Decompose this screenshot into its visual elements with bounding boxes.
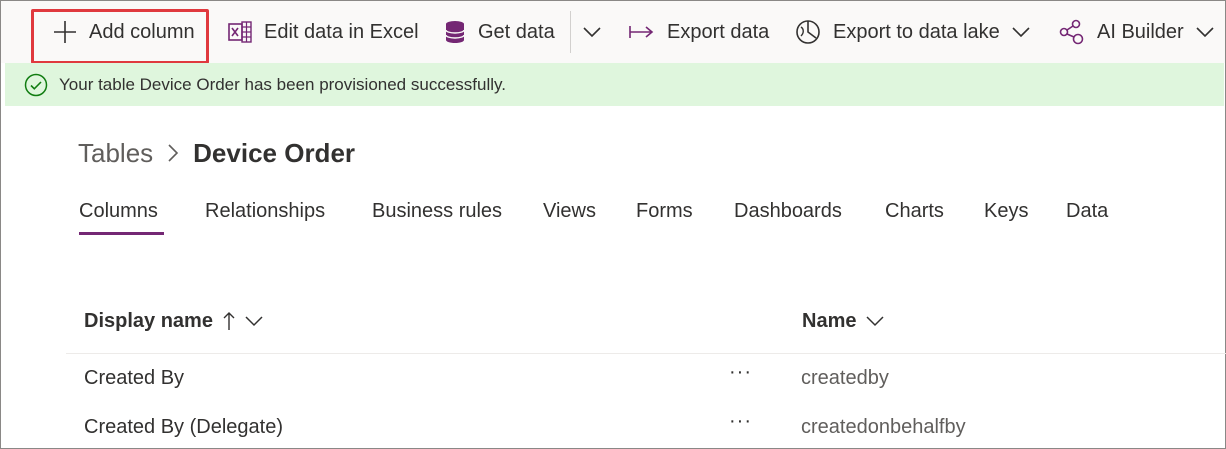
- breadcrumb-tables-link[interactable]: Tables: [78, 138, 153, 169]
- table-row[interactable]: Created By (Delegate) ··· createdonbehal…: [84, 410, 1184, 448]
- tab-charts[interactable]: Charts: [885, 200, 944, 223]
- export-to-data-lake-label: Export to data lake: [833, 20, 1000, 43]
- row-logical-name: createdby: [801, 367, 889, 389]
- more-options-button[interactable]: ···: [729, 361, 752, 384]
- tab-keys[interactable]: Keys: [984, 200, 1028, 223]
- tab-business-rules[interactable]: Business rules: [372, 200, 502, 223]
- excel-icon: [228, 21, 252, 43]
- breadcrumb: Tables Device Order: [78, 136, 355, 170]
- chevron-down-icon: [583, 26, 601, 38]
- sort-ascending-icon: [223, 311, 235, 331]
- table-row[interactable]: Created By ··· createdby: [84, 361, 1184, 399]
- tab-data[interactable]: Data: [1066, 200, 1108, 223]
- chevron-right-icon: [167, 143, 179, 163]
- database-icon: [444, 20, 466, 44]
- active-tab-indicator: [79, 232, 164, 235]
- command-bar: Add column Edit data in Excel Get data E…: [1, 1, 1225, 64]
- chevron-down-icon: [1012, 26, 1030, 38]
- success-check-icon: [24, 73, 48, 97]
- highlight-box: [31, 9, 209, 64]
- ai-builder-icon: [1059, 19, 1085, 45]
- row-display-name: Created By (Delegate): [84, 416, 283, 438]
- success-message-text: Your table Device Order has been provisi…: [59, 74, 506, 94]
- tab-views[interactable]: Views: [543, 200, 596, 223]
- edit-in-excel-label: Edit data in Excel: [264, 20, 419, 43]
- get-data-label: Get data: [478, 20, 555, 43]
- name-column-header[interactable]: Name: [802, 306, 885, 336]
- ai-builder-button[interactable]: AI Builder: [1059, 1, 1214, 63]
- data-lake-icon: [795, 19, 821, 45]
- command-separator: [570, 11, 571, 53]
- tab-forms[interactable]: Forms: [636, 200, 693, 223]
- ai-builder-label: AI Builder: [1097, 20, 1184, 43]
- row-display-name: Created By: [84, 367, 185, 389]
- display-name-header-label: Display name: [84, 309, 213, 332]
- get-data-button[interactable]: Get data: [444, 1, 555, 63]
- more-dropdown-button[interactable]: [583, 1, 601, 63]
- export-to-data-lake-button[interactable]: Export to data lake: [795, 1, 1030, 63]
- header-divider: [66, 353, 1226, 354]
- export-data-label: Export data: [667, 20, 770, 43]
- tab-columns[interactable]: Columns: [79, 200, 158, 223]
- tab-relationships[interactable]: Relationships: [205, 200, 325, 223]
- display-name-column-header[interactable]: Display name: [84, 306, 263, 336]
- export-arrow-icon: [629, 24, 655, 40]
- row-logical-name: createdonbehalfby: [801, 416, 966, 438]
- table-header: Display name Name: [84, 306, 1184, 338]
- edit-in-excel-button[interactable]: Edit data in Excel: [228, 1, 419, 63]
- chevron-down-icon[interactable]: [245, 315, 263, 327]
- chevron-down-icon: [1196, 26, 1214, 38]
- page-title: Device Order: [193, 137, 356, 168]
- more-options-button[interactable]: ···: [729, 410, 752, 433]
- tab-dashboards[interactable]: Dashboards: [734, 200, 842, 223]
- export-data-button[interactable]: Export data: [629, 1, 769, 63]
- name-header-label: Name: [802, 309, 857, 332]
- success-message-bar: Your table Device Order has been provisi…: [5, 63, 1224, 106]
- chevron-down-icon[interactable]: [866, 315, 885, 327]
